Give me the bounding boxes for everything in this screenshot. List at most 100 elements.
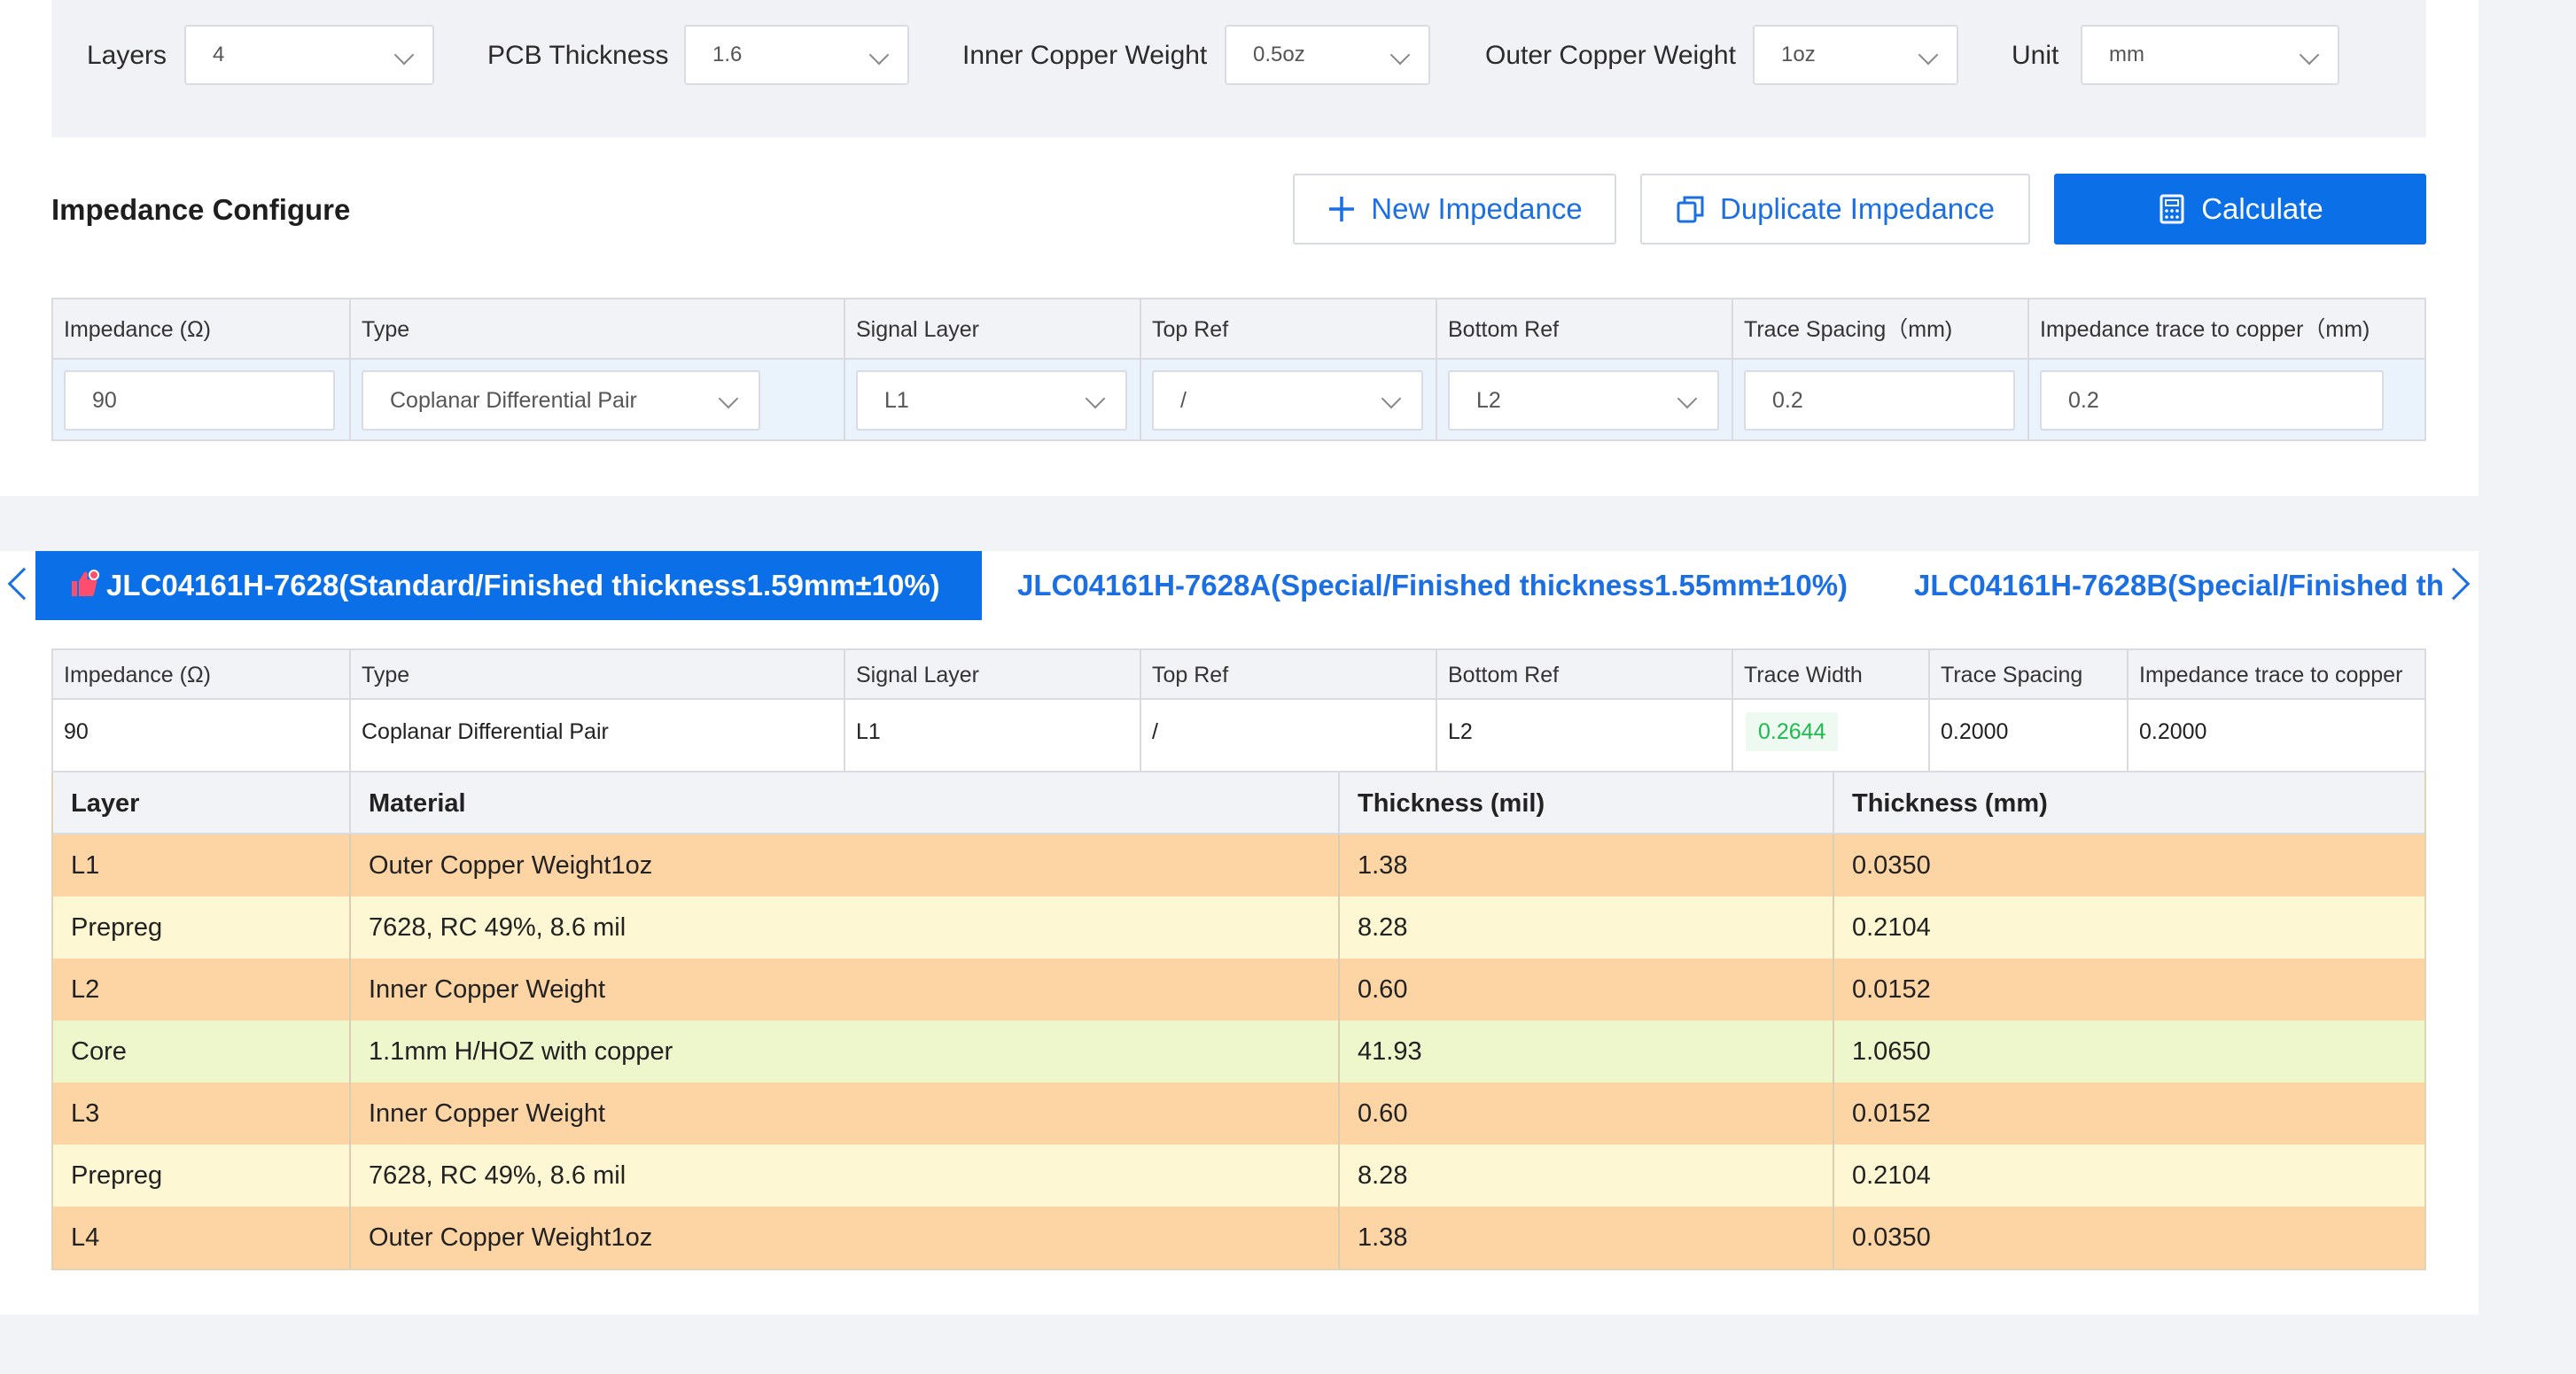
column-header: Impedance (Ω): [64, 663, 211, 687]
pcb-thickness-value: 1.6: [712, 43, 743, 66]
tab-jlc04161h-7628a[interactable]: JLC04161H-7628A(Special/Finished thickne…: [1017, 551, 1903, 620]
mil-cell: 8.28: [1358, 1161, 1408, 1190]
chevron-down-icon: [1381, 388, 1402, 409]
type-select[interactable]: Coplanar Differential Pair: [362, 370, 760, 431]
material-cell: 7628, RC 49%, 8.6 mil: [369, 1161, 626, 1190]
table-row: Prepreg 7628, RC 49%, 8.6 mil 8.28 0.2104: [53, 1145, 2424, 1207]
layers-label: Layers: [87, 41, 167, 70]
tab-jlc04161h-7628[interactable]: JLC04161H-7628(Standard/Finished thickne…: [35, 551, 982, 620]
material-cell: Inner Copper Weight: [369, 975, 606, 1004]
chevron-down-icon: [1085, 388, 1106, 409]
inner-copper-value: 0.5oz: [1253, 43, 1305, 66]
pcb-thickness-label: PCB Thickness: [487, 41, 669, 70]
chevron-down-icon: [1677, 388, 1698, 409]
impedance-result-table: Impedance (Ω) Type Signal Layer Top Ref …: [51, 648, 2426, 772]
mm-cell: 1.0650: [1852, 1037, 1931, 1066]
outer-copper-label: Outer Copper Weight: [1485, 41, 1736, 70]
impedance-config-table: Impedance (Ω) Type Signal Layer Top Ref …: [51, 298, 2426, 441]
mm-cell: 0.0350: [1852, 851, 1931, 880]
new-impedance-button[interactable]: New Impedance: [1293, 174, 1616, 245]
layer-cell: L4: [71, 1223, 100, 1252]
column-header: Trace Spacing（mm): [1744, 317, 1953, 342]
mil-cell: 8.28: [1358, 913, 1408, 942]
column-header: Material: [369, 789, 466, 818]
inner-copper-select[interactable]: 0.5oz: [1225, 25, 1430, 85]
layer-cell: Prepreg: [71, 913, 163, 942]
column-header: Thickness (mm): [1852, 789, 2048, 818]
table-header: Layer Material Thickness (mil) Thickness…: [53, 772, 2424, 834]
type-cell: Coplanar Differential Pair: [362, 719, 609, 744]
mil-cell: 1.38: [1358, 1223, 1408, 1252]
impedance-value: 90: [92, 388, 117, 413]
chevron-down-icon: [1389, 44, 1411, 66]
chevron-down-icon: [1918, 44, 1939, 66]
pcb-thickness-select[interactable]: 1.6: [684, 25, 909, 85]
mil-cell: 1.38: [1358, 851, 1408, 880]
layer-cell: L1: [71, 851, 100, 880]
mil-cell: 0.60: [1358, 975, 1408, 1004]
calculator-icon: [2160, 194, 2184, 224]
duplicate-impedance-button[interactable]: Duplicate Impedance: [1640, 174, 2030, 245]
layers-select[interactable]: 4: [184, 25, 434, 85]
column-header: Bottom Ref: [1448, 663, 1560, 687]
unit-select[interactable]: mm: [2081, 25, 2339, 85]
stackup-result-card: JLC04161H-7628(Standard/Finished thickne…: [0, 551, 2479, 1315]
mm-cell: 0.0152: [1852, 975, 1931, 1004]
top-ref-cell: /: [1152, 719, 1158, 744]
layer-cell: L2: [71, 975, 100, 1004]
type-value: Coplanar Differential Pair: [390, 388, 637, 413]
calculate-label: Calculate: [2201, 192, 2323, 225]
impedance-configure-title: Impedance Configure: [51, 193, 351, 226]
copy-icon: [1677, 196, 1704, 223]
layer-cell: Prepreg: [71, 1161, 163, 1190]
column-header: Trace Width: [1744, 663, 1863, 687]
column-header: Thickness (mil): [1358, 789, 1545, 818]
outer-copper-select[interactable]: 1oz: [1753, 25, 1958, 85]
material-cell: 1.1mm H/HOZ with copper: [369, 1037, 673, 1066]
calculate-button[interactable]: Calculate: [2054, 174, 2426, 245]
stackup-table: Layer Material Thickness (mil) Thickness…: [51, 772, 2426, 1270]
table-row: L2 Inner Copper Weight 0.60 0.0152: [53, 959, 2424, 1021]
trace-width-badge: 0.2644: [1746, 712, 1839, 751]
material-cell: Outer Copper Weight1oz: [369, 851, 653, 880]
top-ref-value: /: [1180, 388, 1187, 413]
signal-layer-select[interactable]: L1: [856, 370, 1127, 431]
layer-cell: Core: [71, 1037, 127, 1066]
column-header: Impedance trace to copper（mm): [2040, 317, 2370, 342]
unit-label: Unit: [2012, 41, 2059, 70]
layers-value: 4: [213, 43, 225, 66]
column-header: Signal Layer: [856, 317, 979, 342]
bottom-ref-value: L2: [1476, 388, 1501, 413]
table-row: 90 Coplanar Differential Pair L1 / L2 0.…: [53, 360, 2424, 439]
impedance-input[interactable]: 90: [64, 370, 335, 431]
signal-layer-cell: L1: [856, 719, 881, 744]
table-row: Prepreg 7628, RC 49%, 8.6 mil 8.28 0.2104: [53, 897, 2424, 959]
bottom-ref-select[interactable]: L2: [1448, 370, 1719, 431]
layer-cell: L3: [71, 1099, 100, 1128]
stackup-tabs: JLC04161H-7628(Standard/Finished thickne…: [0, 551, 2479, 620]
column-header: Type: [362, 663, 410, 687]
material-cell: Outer Copper Weight1oz: [369, 1223, 653, 1252]
column-header: Impedance (Ω): [64, 317, 211, 342]
table-row: L3 Inner Copper Weight 0.60 0.0152: [53, 1083, 2424, 1145]
trace-spacing-input[interactable]: 0.2: [1744, 370, 2015, 431]
column-header: Type: [362, 317, 410, 342]
column-header: Top Ref: [1152, 317, 1229, 342]
bottom-ref-cell: L2: [1448, 719, 1473, 744]
column-header: Signal Layer: [856, 663, 979, 687]
table-row: L4 Outer Copper Weight1oz 1.38 0.0350: [53, 1207, 2424, 1269]
mm-cell: 0.0350: [1852, 1223, 1931, 1252]
trace-to-copper-value: 0.2: [2068, 388, 2099, 413]
thumbs-up-icon: [72, 570, 99, 596]
impedance-config-card: Layers 4 PCB Thickness 1.6 Inner Copper …: [0, 0, 2479, 496]
chevron-down-icon: [868, 44, 890, 66]
trace-to-copper-input[interactable]: 0.2: [2040, 370, 2384, 431]
trace-spacing-value: 0.2: [1772, 388, 1803, 413]
top-ref-select[interactable]: /: [1152, 370, 1423, 431]
tab-jlc04161h-7628b[interactable]: JLC04161H-7628B(Special/Finished thickne…: [1914, 551, 2444, 620]
inner-copper-label: Inner Copper Weight: [962, 41, 1208, 70]
tab-label: JLC04161H-7628B(Special/Finished thickne…: [1914, 569, 2444, 602]
table-row: 90 Coplanar Differential Pair L1 / L2 0.…: [53, 700, 2424, 771]
table-row: L1 Outer Copper Weight1oz 1.38 0.0350: [53, 834, 2424, 897]
trace-spacing-cell: 0.2000: [1941, 719, 2009, 744]
